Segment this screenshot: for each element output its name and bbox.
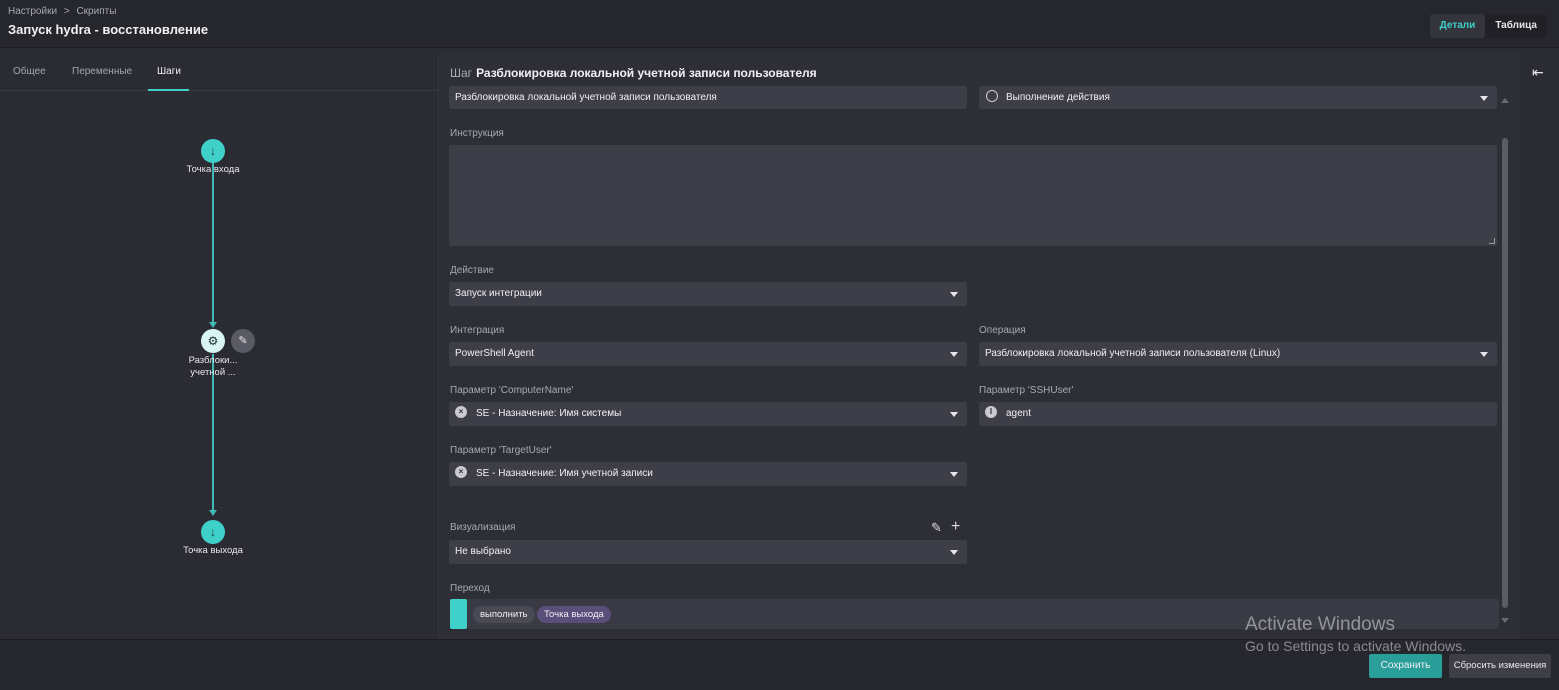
transition-color-bar	[450, 599, 467, 629]
transition-label: Переход	[450, 583, 490, 594]
tab-general[interactable]: Общее	[13, 66, 46, 77]
chevron-down-icon	[950, 292, 958, 297]
tab-bar: Общее Переменные Шаги	[0, 54, 439, 91]
variable-icon: ×	[455, 406, 467, 419]
step-name-input[interactable]: Разблокировка локальной учетной записи п…	[449, 86, 967, 109]
collapse-panel-icon[interactable]: ⇤	[1532, 64, 1544, 81]
gear-icon: ⚙	[207, 334, 219, 348]
reset-changes-button[interactable]: Сбросить изменения	[1449, 654, 1551, 678]
param-sshuser-input[interactable]: Iagent	[979, 402, 1497, 426]
visualization-label: Визуализация	[450, 522, 516, 533]
flow-connector	[212, 162, 214, 326]
save-button[interactable]: Сохранить	[1369, 654, 1442, 678]
pencil-icon: ✎	[238, 335, 248, 347]
chevron-down-icon	[950, 352, 958, 357]
step-type-select[interactable]: Выполнение действия	[979, 86, 1497, 109]
visualization-select[interactable]: Не выбрано	[449, 540, 967, 564]
chevron-down-icon	[950, 412, 958, 417]
tab-steps[interactable]: Шаги	[157, 66, 181, 77]
param-sshuser-label: Параметр 'SSHUser'	[979, 385, 1074, 396]
details-view-button[interactable]: Детали	[1429, 14, 1486, 38]
instruction-label: Инструкция	[450, 128, 504, 139]
instruction-textarea[interactable]	[449, 145, 1497, 246]
integration-label: Интеграция	[450, 325, 505, 336]
step-details-panel: Шаг Разблокировка локальной учетной запис…	[440, 54, 1517, 639]
page-title: Запуск hydra - восстановление	[8, 22, 209, 37]
chevron-down-icon	[1480, 96, 1488, 101]
param-targetuser-select[interactable]: × SE - Назначение: Имя учетной записи	[449, 462, 967, 486]
exit-node-label: Точка выхода	[183, 545, 243, 556]
step-header: Шаг Разблокировка локальной учетной запис…	[450, 66, 817, 80]
arrow-down-icon: ↓	[210, 144, 216, 158]
edit-visualization-icon[interactable]: ✎	[931, 520, 942, 536]
integration-select[interactable]: PowerShell Agent	[449, 342, 967, 366]
table-view-button[interactable]: Таблица	[1485, 14, 1547, 38]
param-targetuser-label: Параметр 'TargetUser'	[450, 445, 552, 456]
arrow-down-icon	[209, 510, 217, 516]
active-tab-indicator	[148, 89, 189, 91]
exit-node[interactable]: ↓	[201, 520, 225, 544]
scrollbar-thumb[interactable]	[1502, 138, 1508, 608]
right-rail: ⇤	[1518, 54, 1559, 639]
operation-label: Операция	[979, 325, 1026, 336]
flow-panel: Общее Переменные Шаги ↓ Точка входа ⚙ ✎ …	[0, 54, 439, 639]
action-select[interactable]: Запуск интеграции	[449, 282, 967, 306]
scroll-up-arrow[interactable]	[1501, 98, 1509, 103]
breadcrumb-scripts[interactable]: Скрипты	[76, 6, 116, 17]
edit-step-button[interactable]: ✎	[231, 329, 255, 353]
entry-node-label: Точка входа	[186, 164, 240, 175]
arrow-down-icon	[209, 322, 217, 328]
step-title: Разблокировка локальной учетной записи п…	[476, 66, 817, 80]
text-value-icon: I	[985, 406, 997, 419]
top-bar: Настройки > Скрипты Запуск hydra - восст…	[0, 0, 1559, 48]
step-node-label: Разблоки... учетной ...	[188, 355, 238, 378]
param-computername-label: Параметр 'ComputerName'	[450, 385, 574, 396]
transition-target-chip[interactable]: Точка выхода	[537, 606, 611, 623]
resize-handle[interactable]	[1489, 238, 1495, 244]
arrow-down-icon: ↓	[210, 525, 216, 539]
operation-select[interactable]: Разблокировка локальной учетной записи п…	[979, 342, 1497, 366]
add-visualization-icon[interactable]: +	[951, 518, 960, 536]
chevron-down-icon	[950, 550, 958, 555]
circle-icon	[986, 90, 998, 103]
windows-activation-watermark: Activate Windows Go to Settings to activ…	[1245, 614, 1466, 654]
breadcrumb-settings[interactable]: Настройки	[8, 6, 57, 17]
breadcrumb: Настройки > Скрипты	[8, 6, 117, 17]
chevron-down-icon	[1480, 352, 1488, 357]
step-node[interactable]: ⚙	[201, 329, 225, 353]
tab-variables[interactable]: Переменные	[72, 66, 132, 77]
view-toggle: Детали Таблица	[1429, 14, 1547, 38]
chevron-down-icon	[950, 472, 958, 477]
transition-action-chip[interactable]: выполнить	[473, 606, 535, 623]
param-computername-select[interactable]: × SE - Назначение: Имя системы	[449, 402, 967, 426]
variable-icon: ×	[455, 466, 467, 479]
action-label: Действие	[450, 265, 494, 276]
entry-node[interactable]: ↓	[201, 139, 225, 163]
scroll-down-arrow[interactable]	[1501, 618, 1509, 623]
